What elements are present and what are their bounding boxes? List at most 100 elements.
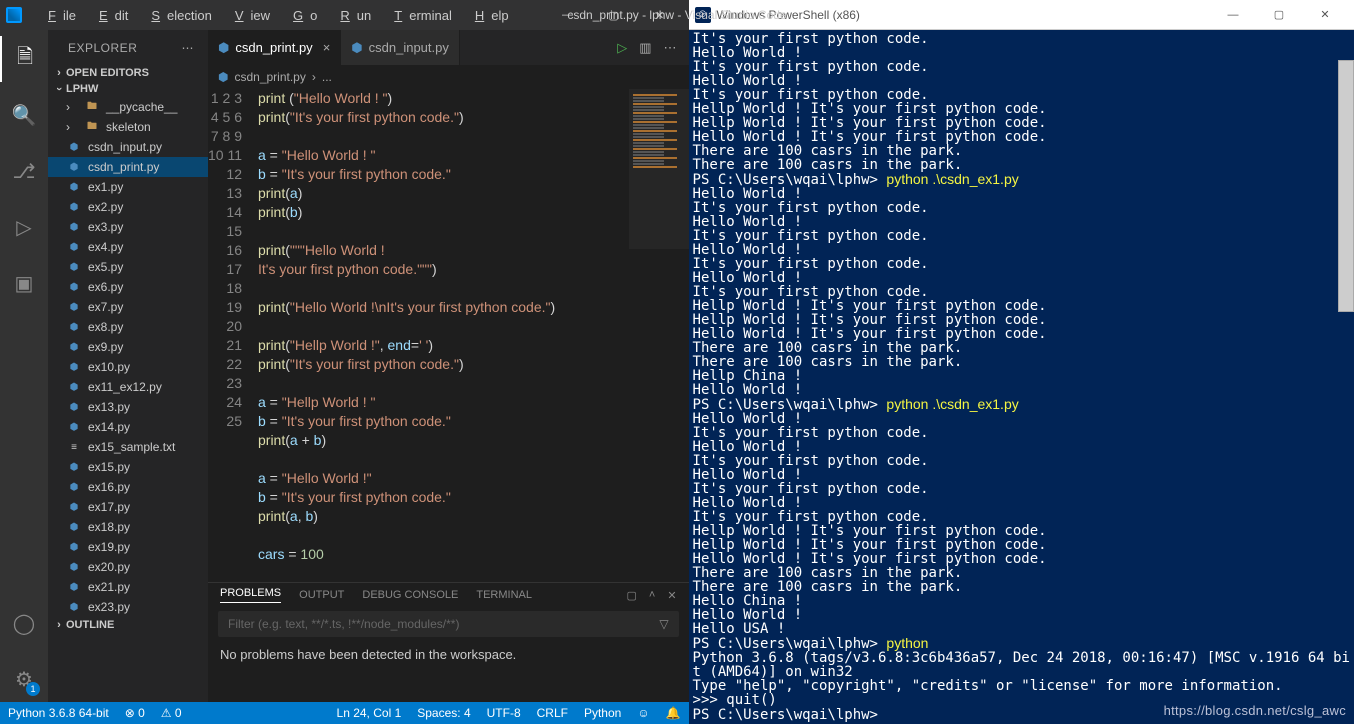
python-file-icon: ⬢	[66, 379, 82, 395]
breadcrumbs[interactable]: ⬢ csdn_print.py › ...	[208, 65, 689, 89]
settings-icon[interactable]: ⚙1	[0, 656, 48, 702]
tree-section[interactable]: OUTLINE	[48, 617, 208, 633]
python-file-icon: ⬢	[66, 159, 82, 175]
more-icon[interactable]: ⋯	[182, 41, 195, 55]
file-ex9-py[interactable]: ⬢ex9.py	[48, 337, 208, 357]
file-ex6-py[interactable]: ⬢ex6.py	[48, 277, 208, 297]
panel-tab-problems[interactable]: PROBLEMS	[220, 587, 281, 603]
python-file-icon: ⬢	[66, 219, 82, 235]
tree-section[interactable]: LPHW	[48, 81, 208, 97]
tab-csdn_print-py[interactable]: ⬢csdn_print.py×	[208, 30, 341, 65]
panel-tab-output[interactable]: OUTPUT	[299, 589, 344, 601]
menu-file[interactable]: File	[34, 8, 83, 23]
status-item[interactable]: Ln 24, Col 1	[329, 706, 410, 720]
python-file-icon: ⬢	[66, 519, 82, 535]
powershell-body[interactable]: It's your first python code. Hello World…	[689, 30, 1354, 724]
python-file-icon: ⬢	[66, 179, 82, 195]
ps-maximize-button[interactable]: ▢	[1256, 0, 1302, 30]
editor-tabs: ⬢csdn_print.py×⬢csdn_input.py ▷ ▥ ⋯	[208, 30, 689, 65]
python-file-icon: ⬢	[66, 539, 82, 555]
file-tree: OPEN EDITORSLPHW🖿__pycache__🖿skeleton⬢cs…	[48, 65, 208, 702]
python-file-icon: ⬢	[66, 339, 82, 355]
minimap[interactable]	[629, 89, 689, 249]
file-ex7-py[interactable]: ⬢ex7.py	[48, 297, 208, 317]
file-ex19-py[interactable]: ⬢ex19.py	[48, 537, 208, 557]
filter-input[interactable]: Filter (e.g. text, **/*.ts, !**/node_mod…	[228, 617, 459, 631]
python-file-icon: ⬢	[218, 40, 229, 56]
status-item[interactable]: 🔔	[658, 706, 689, 720]
status-item[interactable]: CRLF	[529, 706, 576, 720]
file-ex17-py[interactable]: ⬢ex17.py	[48, 497, 208, 517]
panel-tab-terminal[interactable]: TERMINAL	[476, 589, 532, 601]
file-ex15-py[interactable]: ⬢ex15.py	[48, 457, 208, 477]
code-editor[interactable]: 1 2 3 4 5 6 7 8 9 10 11 12 13 14 15 16 1…	[208, 89, 689, 582]
file-csdn_input-py[interactable]: ⬢csdn_input.py	[48, 137, 208, 157]
tree-section[interactable]: OPEN EDITORS	[48, 65, 208, 81]
python-file-icon: ⬢	[66, 559, 82, 575]
extensions-icon[interactable]: ▣	[0, 260, 48, 306]
ps-close-button[interactable]: ✕	[1302, 0, 1348, 30]
status-item[interactable]: ☺	[629, 706, 657, 720]
file-ex16-py[interactable]: ⬢ex16.py	[48, 477, 208, 497]
run-icon[interactable]: ▷	[617, 40, 627, 56]
file-ex1-py[interactable]: ⬢ex1.py	[48, 177, 208, 197]
file-csdn_print-py[interactable]: ⬢csdn_print.py	[48, 157, 208, 177]
file-ex14-py[interactable]: ⬢ex14.py	[48, 417, 208, 437]
folder-__pycache__[interactable]: 🖿__pycache__	[48, 97, 208, 117]
file-ex23-py[interactable]: ⬢ex23.py	[48, 597, 208, 617]
file-ex15_sample-txt[interactable]: ≡ex15_sample.txt	[48, 437, 208, 457]
python-file-icon: ⬢	[66, 239, 82, 255]
split-editor-icon[interactable]: ▥	[639, 40, 651, 56]
status-item[interactable]: Python 3.6.8 64-bit	[0, 706, 117, 720]
panel-close-icon[interactable]: ✕	[667, 589, 676, 602]
status-item[interactable]: UTF-8	[479, 706, 529, 720]
account-icon[interactable]: ◯	[0, 600, 48, 646]
explorer-icon[interactable]: 🗎	[0, 36, 48, 82]
python-file-icon: ⬢	[66, 359, 82, 375]
file-ex2-py[interactable]: ⬢ex2.py	[48, 197, 208, 217]
menu-run[interactable]: Run	[326, 8, 378, 23]
file-ex11_ex12-py[interactable]: ⬢ex11_ex12.py	[48, 377, 208, 397]
menu-edit[interactable]: Edit	[85, 8, 135, 23]
folder-skeleton[interactable]: 🖿skeleton	[48, 117, 208, 137]
watermark: https://blog.csdn.net/cslg_awc	[1164, 704, 1346, 718]
file-ex10-py[interactable]: ⬢ex10.py	[48, 357, 208, 377]
more-icon[interactable]: ⋯	[664, 40, 677, 56]
file-ex21-py[interactable]: ⬢ex21.py	[48, 577, 208, 597]
search-icon[interactable]: 🔍	[0, 92, 48, 138]
python-file-icon: ⬢	[66, 599, 82, 615]
scm-icon[interactable]: ⎇	[0, 148, 48, 194]
menu-go[interactable]: Go	[279, 8, 324, 23]
file-ex18-py[interactable]: ⬢ex18.py	[48, 517, 208, 537]
tab-close-icon[interactable]: ×	[323, 40, 331, 55]
debug-icon[interactable]: ▷	[0, 204, 48, 250]
python-file-icon: ⬢	[66, 199, 82, 215]
menu-terminal[interactable]: Terminal	[380, 8, 459, 23]
file-ex4-py[interactable]: ⬢ex4.py	[48, 237, 208, 257]
python-file-icon: ⬢	[66, 419, 82, 435]
tab-csdn_input-py[interactable]: ⬢csdn_input.py	[341, 30, 460, 65]
status-item[interactable]: ⊗ 0	[117, 706, 153, 720]
filter-icon[interactable]: ▽	[659, 617, 668, 631]
scrollbar[interactable]	[1338, 60, 1354, 312]
status-item[interactable]: ⚠ 0	[153, 706, 190, 720]
folder-icon: 🖿	[84, 99, 100, 115]
file-ex13-py[interactable]: ⬢ex13.py	[48, 397, 208, 417]
menubar: FileEditSelectionViewGoRunTerminalHelp	[34, 8, 516, 23]
panel-tab-debug-console[interactable]: DEBUG CONSOLE	[362, 589, 458, 601]
status-item[interactable]: Python	[576, 706, 629, 720]
ps-minimize-button[interactable]: —	[1210, 0, 1256, 30]
panel-chevron-icon[interactable]: ˄	[649, 589, 655, 602]
bottom-panel: PROBLEMSOUTPUTDEBUG CONSOLETERMINAL ▢ ˄ …	[208, 582, 689, 702]
status-item[interactable]: Spaces: 4	[409, 706, 478, 720]
file-ex20-py[interactable]: ⬢ex20.py	[48, 557, 208, 577]
file-ex3-py[interactable]: ⬢ex3.py	[48, 217, 208, 237]
menu-selection[interactable]: Selection	[137, 8, 218, 23]
activity-bar: 🗎 🔍 ⎇ ▷ ▣ ◯ ⚙1	[0, 30, 48, 702]
file-ex5-py[interactable]: ⬢ex5.py	[48, 257, 208, 277]
menu-view[interactable]: View	[221, 8, 277, 23]
file-ex8-py[interactable]: ⬢ex8.py	[48, 317, 208, 337]
powershell-titlebar: ⧁ Windows PowerShell (x86) — ▢ ✕	[689, 0, 1354, 30]
panel-toggle-icon[interactable]: ▢	[626, 589, 636, 602]
menu-help[interactable]: Help	[461, 8, 516, 23]
